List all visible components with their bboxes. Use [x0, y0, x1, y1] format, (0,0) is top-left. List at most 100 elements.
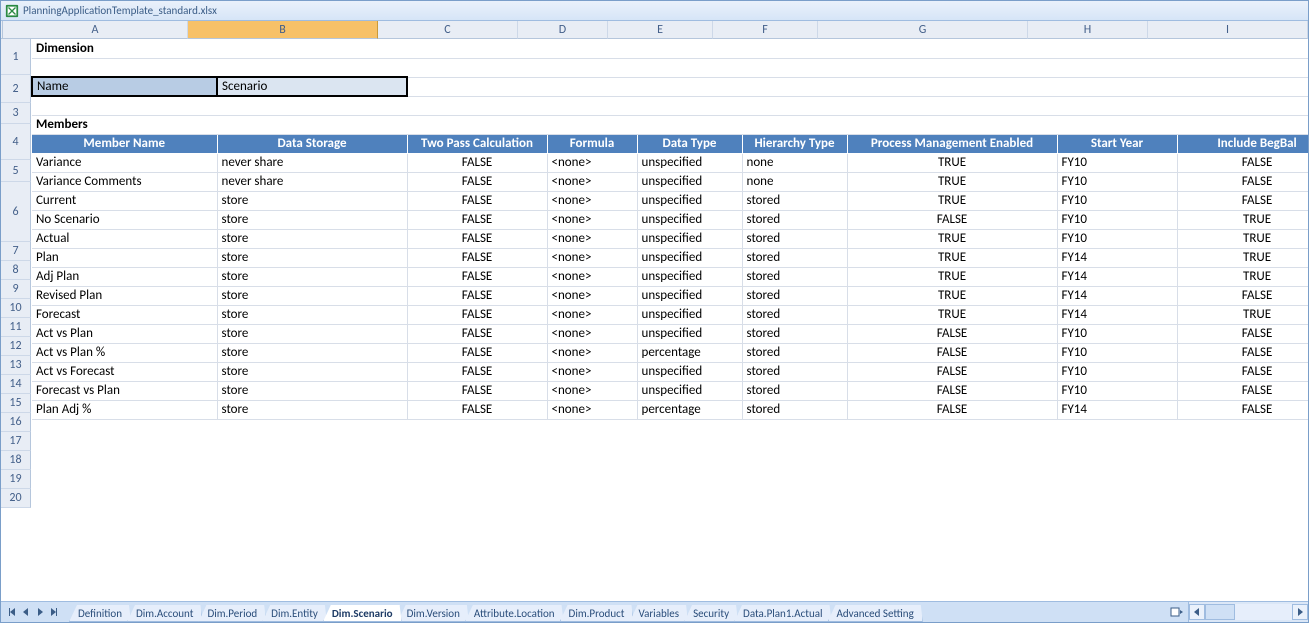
data-cell[interactable]: <none>: [547, 153, 637, 172]
data-cell[interactable]: stored: [742, 362, 847, 381]
data-cell[interactable]: FALSE: [1177, 381, 1308, 400]
column-header-A[interactable]: A: [3, 21, 188, 39]
data-cell[interactable]: FALSE: [407, 305, 547, 324]
data-cell[interactable]: unspecified: [637, 229, 742, 248]
row-header-5[interactable]: 5: [1, 160, 31, 182]
cell[interactable]: [1057, 96, 1177, 115]
cell[interactable]: [637, 58, 742, 77]
cell[interactable]: [217, 96, 407, 115]
scrollbar-thumb[interactable]: [1205, 604, 1235, 620]
cell[interactable]: [1177, 96, 1308, 115]
sheet-tab[interactable]: Security: [684, 605, 738, 622]
data-cell[interactable]: FALSE: [1177, 153, 1308, 172]
data-cell[interactable]: stored: [742, 210, 847, 229]
data-cell[interactable]: <none>: [547, 324, 637, 343]
data-cell[interactable]: FALSE: [407, 248, 547, 267]
row-header-16[interactable]: 16: [1, 413, 31, 432]
data-cell[interactable]: FALSE: [1177, 172, 1308, 191]
data-cell[interactable]: unspecified: [637, 305, 742, 324]
row-header-4[interactable]: 4: [1, 124, 31, 160]
name-value[interactable]: Scenario: [217, 77, 407, 96]
data-cell[interactable]: unspecified: [637, 267, 742, 286]
data-cell[interactable]: percentage: [637, 400, 742, 419]
data-cell[interactable]: <none>: [547, 248, 637, 267]
data-cell[interactable]: FALSE: [847, 400, 1057, 419]
data-cell[interactable]: none: [742, 172, 847, 191]
cell[interactable]: [742, 96, 847, 115]
tab-nav-next-icon[interactable]: [33, 604, 47, 620]
data-cell[interactable]: store: [217, 381, 407, 400]
scroll-left-icon[interactable]: [1189, 604, 1205, 620]
data-cell[interactable]: store: [217, 400, 407, 419]
data-cell[interactable]: stored: [742, 400, 847, 419]
data-cell[interactable]: TRUE: [1177, 305, 1308, 324]
data-cell[interactable]: <none>: [547, 305, 637, 324]
data-cell[interactable]: unspecified: [637, 286, 742, 305]
cell[interactable]: [847, 77, 1057, 96]
data-cell[interactable]: FY14: [1057, 267, 1177, 286]
data-cell[interactable]: No Scenario: [32, 210, 217, 229]
column-header-E[interactable]: E: [608, 21, 713, 39]
data-cell[interactable]: stored: [742, 381, 847, 400]
column-header-B[interactable]: B: [188, 21, 378, 39]
data-cell[interactable]: store: [217, 362, 407, 381]
cell[interactable]: [847, 96, 1057, 115]
data-cell[interactable]: Plan Adj %: [32, 400, 217, 419]
data-cell[interactable]: unspecified: [637, 172, 742, 191]
data-cell[interactable]: FY10: [1057, 324, 1177, 343]
data-cell[interactable]: store: [217, 286, 407, 305]
data-cell[interactable]: FY14: [1057, 248, 1177, 267]
data-cell[interactable]: FALSE: [407, 324, 547, 343]
data-cell[interactable]: FALSE: [407, 267, 547, 286]
data-cell[interactable]: never share: [217, 153, 407, 172]
data-cell[interactable]: FALSE: [407, 381, 547, 400]
row-header-7[interactable]: 7: [1, 242, 31, 261]
data-cell[interactable]: <none>: [547, 210, 637, 229]
cell[interactable]: [407, 96, 547, 115]
sheet-tab[interactable]: Advanced Setting: [828, 605, 923, 622]
data-cell[interactable]: store: [217, 267, 407, 286]
data-cell[interactable]: Forecast vs Plan: [32, 381, 217, 400]
data-cell[interactable]: FALSE: [847, 324, 1057, 343]
data-cell[interactable]: store: [217, 324, 407, 343]
data-cell[interactable]: TRUE: [1177, 267, 1308, 286]
column-header-G[interactable]: G: [818, 21, 1028, 39]
row-header-1[interactable]: 1: [1, 39, 31, 75]
data-cell[interactable]: store: [217, 248, 407, 267]
data-cell[interactable]: FY10: [1057, 172, 1177, 191]
data-cell[interactable]: stored: [742, 191, 847, 210]
sheet-tab[interactable]: Definition: [69, 605, 131, 622]
data-cell[interactable]: FALSE: [407, 210, 547, 229]
data-cell[interactable]: unspecified: [637, 324, 742, 343]
sheet-tab[interactable]: Dim.Account: [127, 605, 202, 622]
row-header-14[interactable]: 14: [1, 375, 31, 394]
data-cell[interactable]: TRUE: [847, 305, 1057, 324]
row-header-2[interactable]: 2: [1, 75, 31, 103]
data-cell[interactable]: FALSE: [847, 381, 1057, 400]
sheet-tab[interactable]: Dim.Period: [198, 605, 266, 622]
tab-overflow-indicator[interactable]: [1166, 602, 1188, 622]
data-cell[interactable]: FALSE: [1177, 324, 1308, 343]
data-cell[interactable]: store: [217, 305, 407, 324]
data-cell[interactable]: TRUE: [847, 172, 1057, 191]
data-cell[interactable]: unspecified: [637, 362, 742, 381]
cell[interactable]: [547, 58, 637, 77]
data-cell[interactable]: <none>: [547, 381, 637, 400]
data-cell[interactable]: <none>: [547, 267, 637, 286]
data-cell[interactable]: Plan: [32, 248, 217, 267]
data-cell[interactable]: Act vs Plan %: [32, 343, 217, 362]
row-header-20[interactable]: 20: [1, 489, 31, 508]
data-cell[interactable]: TRUE: [847, 191, 1057, 210]
data-cell[interactable]: never share: [217, 172, 407, 191]
data-cell[interactable]: unspecified: [637, 210, 742, 229]
sheet-tab[interactable]: Dim.Scenario: [323, 605, 402, 622]
row-header-12[interactable]: 12: [1, 337, 31, 356]
data-cell[interactable]: stored: [742, 229, 847, 248]
data-cell[interactable]: store: [217, 229, 407, 248]
tab-nav-last-icon[interactable]: [47, 604, 61, 620]
data-cell[interactable]: Variance Comments: [32, 172, 217, 191]
data-cell[interactable]: FALSE: [1177, 191, 1308, 210]
row-header-10[interactable]: 10: [1, 299, 31, 318]
data-cell[interactable]: unspecified: [637, 248, 742, 267]
data-cell[interactable]: stored: [742, 343, 847, 362]
